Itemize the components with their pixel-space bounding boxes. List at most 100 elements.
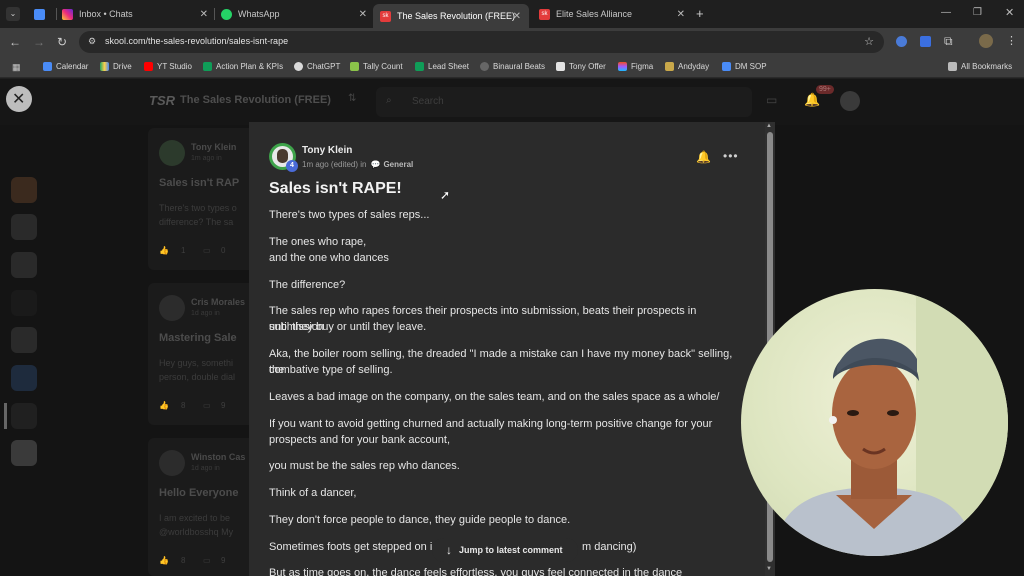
close-icon[interactable]: ✕ (200, 9, 208, 20)
switch-community-icon[interactable]: ⇅ (348, 93, 356, 104)
apps-icon[interactable]: ▦ (12, 62, 21, 73)
bookmark-figma[interactable]: Figma (618, 62, 653, 71)
community-icon[interactable] (11, 365, 37, 391)
post-paragraph: The difference? (269, 279, 346, 291)
scroll-down-icon[interactable]: ▼ (766, 566, 772, 572)
avatar (159, 450, 185, 476)
post-meta: 1m ago (edited) in 💬 General (302, 160, 414, 169)
tab-sales-revolution[interactable]: sk The Sales Revolution (FREE) ✕ (373, 4, 529, 28)
bookmark-yt-studio[interactable]: YT Studio (144, 62, 192, 71)
chatgpt-icon (294, 62, 303, 71)
close-modal-button[interactable]: ✕ (6, 86, 32, 112)
all-bookmarks[interactable]: All Bookmarks (948, 62, 1012, 71)
post-paragraph: you must be the sales rep who dances. (269, 460, 460, 472)
close-window-button[interactable]: ✕ (1005, 6, 1014, 19)
user-avatar[interactable] (840, 91, 860, 111)
like-icon[interactable]: 👍 (159, 246, 169, 255)
bookmark-chatgpt[interactable]: ChatGPT (294, 62, 340, 71)
post-paragraph: m dancing) (582, 541, 637, 553)
tab-search-button[interactable]: ⌄ (6, 4, 22, 24)
address-bar[interactable]: ⚙ skool.com/the-sales-revolution/sales-i… (79, 31, 884, 53)
bell-icon[interactable]: 🔔 (696, 150, 711, 164)
bookmark-calendar[interactable]: Calendar (43, 62, 88, 71)
tab-pinned[interactable] (34, 4, 54, 24)
instagram-icon (62, 8, 73, 20)
tab-title: WhatsApp (238, 9, 280, 19)
community-icon[interactable] (11, 440, 37, 466)
tab-title: Inbox • Chats (79, 9, 133, 19)
like-icon[interactable]: 👍 (159, 556, 169, 565)
tab-whatsapp[interactable]: WhatsApp ✕ (221, 4, 367, 24)
bookmark-lead-sheet[interactable]: Lead Sheet (415, 62, 469, 71)
bookmark-andyday[interactable]: Andyday (665, 62, 709, 71)
comment-icon[interactable]: ▭ (203, 401, 211, 410)
tab-instagram[interactable]: Inbox • Chats ✕ (62, 4, 208, 24)
comment-icon[interactable]: ▭ (203, 556, 211, 565)
star-icon[interactable]: ☆ (864, 35, 874, 48)
bookmark-binaural-beats[interactable]: Binaural Beats (480, 62, 545, 71)
close-icon[interactable]: ✕ (677, 9, 685, 20)
post-paragraph: Leaves a bad image on the company, on th… (269, 391, 720, 403)
bookmark-tally-count[interactable]: Tally Count (350, 62, 403, 71)
tab-strip: ⌄ Inbox • Chats ✕ WhatsApp ✕ sk The Sale… (0, 0, 1024, 28)
community-icon[interactable] (11, 252, 37, 278)
profile-avatar[interactable] (979, 34, 993, 48)
new-tab-button[interactable]: + (696, 6, 704, 21)
calendar-icon (34, 8, 45, 20)
post-modal: 4 Tony Klein 1m ago (edited) in 💬 Genera… (249, 122, 775, 576)
bookmark-dm-sop[interactable]: DM SOP (722, 62, 767, 71)
webcam-overlay (741, 289, 1008, 556)
menu-icon[interactable]: ⋮ (1006, 34, 1017, 47)
chat-icon[interactable]: ▭ (766, 93, 777, 107)
minimize-button[interactable]: — (941, 7, 951, 18)
globe-icon (480, 62, 489, 71)
community-logo[interactable]: TSR (149, 93, 175, 108)
close-icon[interactable]: ✕ (359, 9, 367, 20)
post-paragraph: until they buy or until they leave. (269, 321, 427, 333)
puzzle-icon[interactable]: ⧉ (944, 34, 953, 49)
close-icon[interactable]: ✕ (513, 11, 521, 22)
community-name[interactable]: The Sales Revolution (FREE) (180, 94, 331, 106)
comment-icon[interactable]: ▭ (203, 246, 211, 255)
extension-icon[interactable] (920, 36, 931, 47)
post-paragraph: They don't force people to dance, they g… (269, 514, 571, 526)
community-icon-active[interactable] (11, 403, 37, 429)
andyday-icon (665, 62, 674, 71)
post-card[interactable]: Cris Morales 1d ago in Mastering Sale He… (148, 283, 258, 425)
like-icon[interactable]: 👍 (159, 401, 169, 410)
bookmark-action-plan[interactable]: Action Plan & KPIs (203, 62, 283, 71)
forward-button[interactable]: → (33, 35, 45, 49)
more-options-icon[interactable]: ••• (723, 149, 739, 163)
post-card[interactable]: Winston Cas 1d ago in Hello Everyone I a… (148, 438, 258, 576)
notification-badge: 99+ (816, 85, 834, 94)
skool-icon: sk (539, 8, 550, 20)
jump-to-latest-comment-button[interactable]: ↓ Jump to latest comment (432, 538, 578, 562)
bookmark-tony-offer[interactable]: Tony Offer (556, 62, 606, 71)
notification-bell-icon[interactable]: 🔔 (804, 92, 820, 108)
post-card[interactable]: Tony Klein 1m ago in Sales isn't RAP The… (148, 128, 258, 270)
presenter-image (771, 289, 1008, 556)
bookmark-drive[interactable]: Drive (100, 62, 132, 71)
tab-elite-sales[interactable]: sk Elite Sales Alliance ✕ (539, 4, 685, 24)
search-icon: ⌕ (386, 95, 392, 106)
skool-icon: sk (380, 10, 391, 22)
site-info-icon[interactable]: ⚙ (88, 36, 96, 47)
back-button[interactable]: ← (9, 35, 21, 49)
bookmarks-bar: ▦ Calendar Drive YT Studio Action Plan &… (0, 56, 1024, 78)
restore-button[interactable]: ❐ (973, 7, 982, 18)
folder-icon (948, 62, 957, 71)
extension-icon[interactable] (896, 36, 907, 47)
doc-icon (556, 62, 565, 71)
post-paragraph: combative type of selling. (269, 364, 393, 376)
search-input[interactable]: ⌕ Search (376, 87, 752, 117)
community-icon[interactable] (11, 214, 37, 240)
reload-button[interactable]: ↻ (57, 35, 67, 49)
community-icon[interactable] (11, 327, 37, 353)
author-name[interactable]: Tony Klein (302, 145, 352, 156)
figma-icon (618, 62, 627, 71)
community-icon[interactable] (11, 177, 37, 203)
post-paragraph: prospects and for your bank account, (269, 434, 450, 446)
community-icon[interactable] (11, 290, 37, 316)
scroll-up-icon[interactable]: ▲ (766, 123, 772, 129)
category-link[interactable]: General (383, 160, 413, 169)
